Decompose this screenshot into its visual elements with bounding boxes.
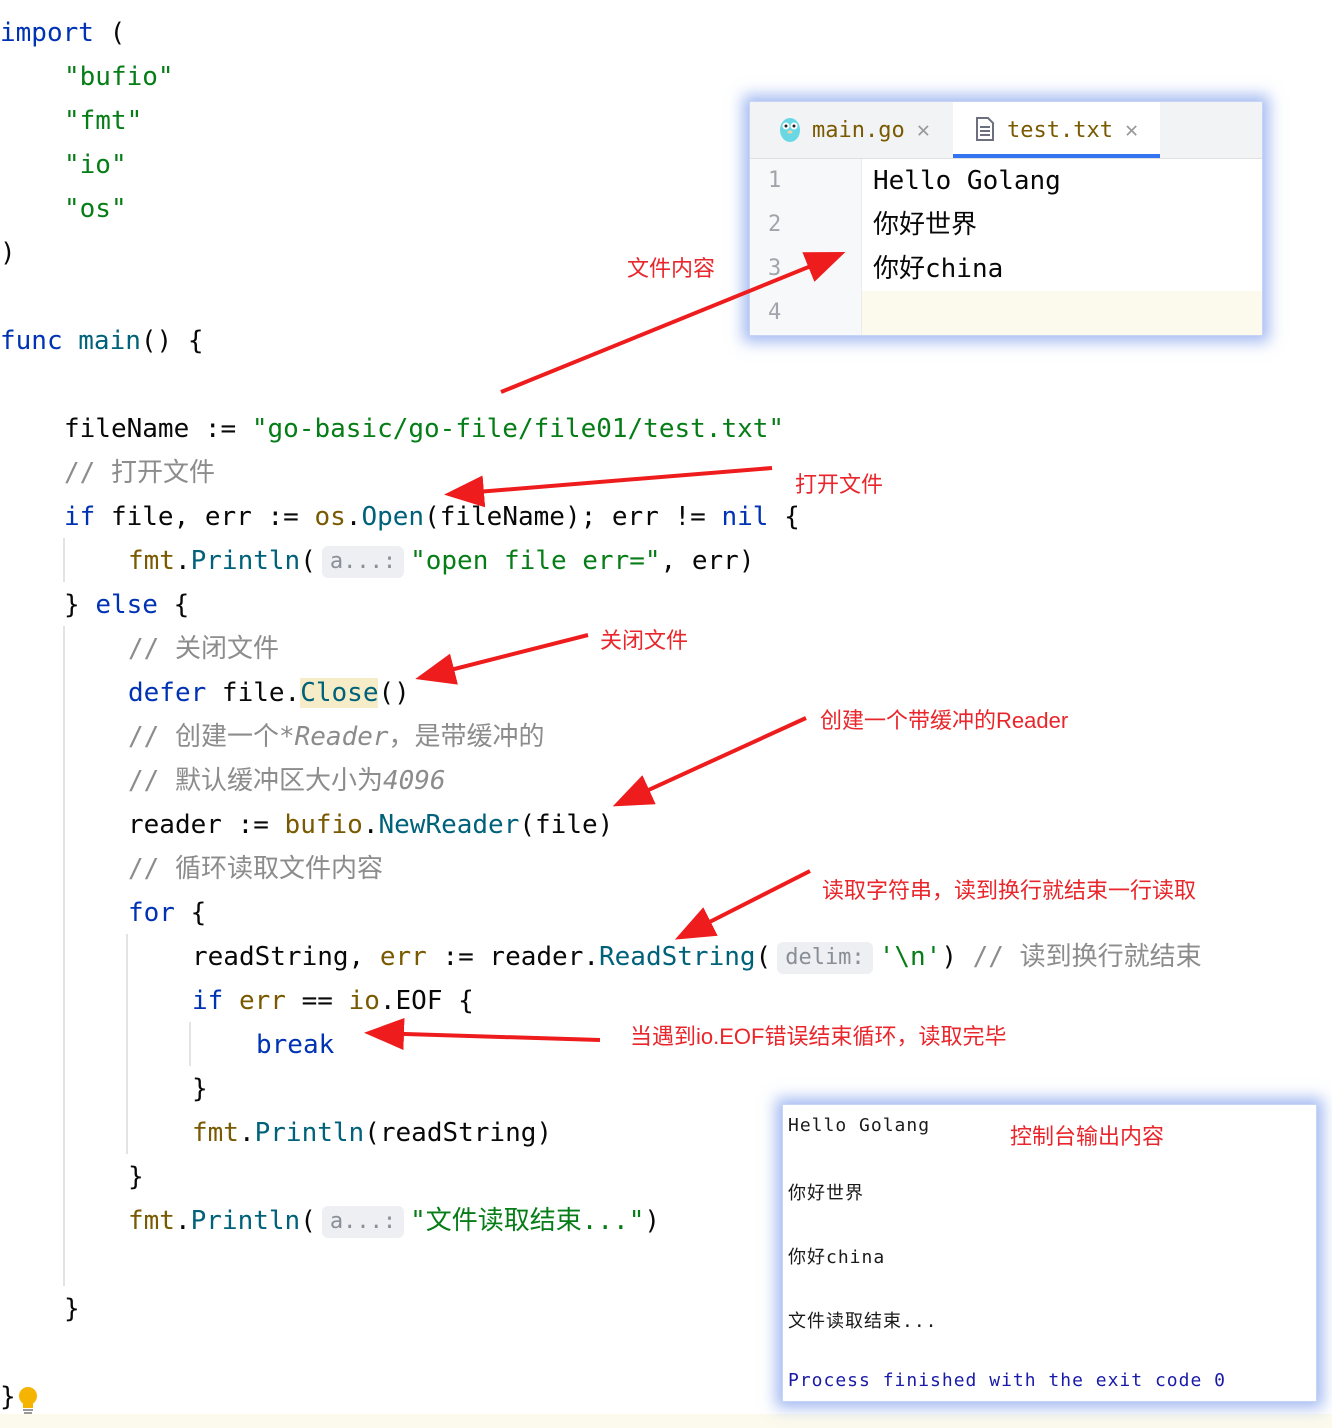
arrow-open-file <box>444 466 773 508</box>
annotation-arrows <box>364 251 846 1050</box>
arrow-file-content <box>500 251 846 394</box>
arrow-create-reader <box>612 716 807 807</box>
arrow-close-file <box>415 633 589 685</box>
arrow-read-string <box>674 869 811 940</box>
arrow-eof <box>364 1017 601 1050</box>
